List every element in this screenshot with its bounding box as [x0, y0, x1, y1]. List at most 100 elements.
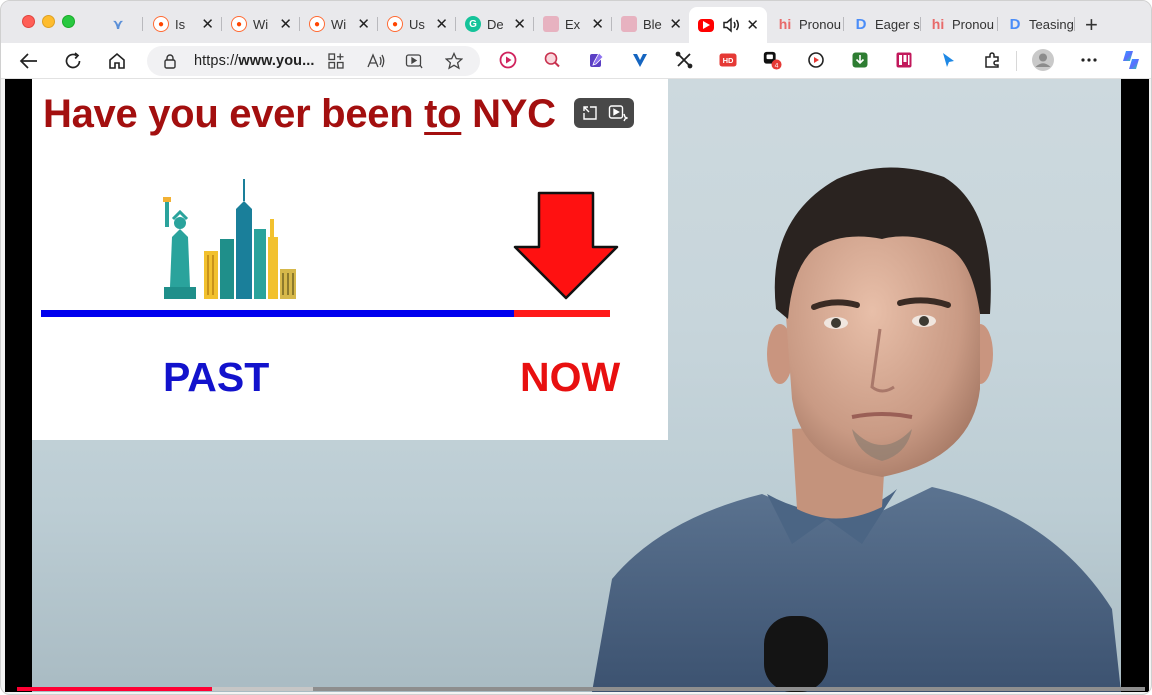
tab-3[interactable]: ● Wi ✕ — [222, 9, 300, 39]
video-enhance-icon[interactable] — [405, 52, 423, 75]
nyc-skyline-icon — [163, 179, 296, 299]
reload-icon — [65, 52, 81, 69]
vee-icon: ⋎ — [112, 15, 124, 32]
tab-7[interactable]: Ex ✕ — [534, 9, 612, 39]
back-arrow-icon — [19, 53, 37, 69]
copilot-icon[interactable] — [1119, 48, 1143, 72]
tab-2[interactable]: ● Is ✕ — [144, 9, 222, 39]
tab-label: Wi — [331, 16, 347, 32]
close-tab-icon[interactable]: ✕ — [513, 15, 526, 33]
close-tab-icon[interactable]: ✕ — [201, 15, 214, 33]
slide-title-underlined: to — [424, 92, 462, 136]
lock-icon — [163, 53, 177, 74]
tab-label: Pronou — [799, 16, 841, 32]
tab-6[interactable]: G De ✕ — [456, 9, 534, 39]
progress-played — [17, 687, 212, 691]
ext-download-icon[interactable] — [850, 50, 870, 70]
toolbar: https://www.you... HD 4 — [1, 43, 1151, 79]
close-tab-icon[interactable]: ✕ — [357, 15, 370, 33]
tab-5[interactable]: ● Us ✕ — [378, 9, 456, 39]
tab-4[interactable]: ● Wi ✕ — [300, 9, 378, 39]
tab-label: Eager s — [875, 16, 920, 32]
favorite-star-icon[interactable] — [444, 51, 464, 75]
url-text[interactable]: https://www.you... — [194, 53, 315, 69]
apps-icon[interactable] — [327, 52, 345, 75]
d-icon: D — [855, 15, 867, 33]
url-host: www.you... — [238, 53, 315, 69]
pink-app-icon — [621, 16, 637, 32]
close-tab-icon[interactable]: ✕ — [435, 15, 448, 33]
presenter-image — [592, 167, 1121, 692]
grammarly-icon: G — [465, 16, 481, 32]
tab-label: Ex — [565, 16, 581, 32]
past-label: PAST — [163, 354, 270, 400]
youtube-icon — [698, 18, 714, 32]
tab-12[interactable]: hi Pronou — [921, 9, 998, 39]
new-tab-button[interactable]: + — [1085, 12, 1098, 38]
tab-label: Ble — [643, 16, 662, 32]
ext-board-icon[interactable] — [894, 50, 914, 70]
tab-youtube-active[interactable]: ✕ — [689, 7, 767, 43]
hi-icon: hi — [778, 16, 792, 32]
close-window-button[interactable] — [22, 15, 35, 28]
svg-text:4: 4 — [775, 62, 779, 69]
browser-window: ⋎ ● Is ✕ ● Wi ✕ ● Wi ✕ ● Us ✕ G De ✕ Ex … — [0, 0, 1152, 695]
svg-text:HD: HD — [723, 56, 734, 65]
slide-title-part: Have you ever been — [43, 92, 425, 136]
ext-crossed-arrows-icon[interactable] — [674, 50, 694, 70]
extensions-puzzle-icon[interactable] — [982, 50, 1002, 70]
tab-label: Wi — [253, 16, 269, 32]
tab-1[interactable]: ⋎ — [101, 9, 143, 39]
tab-label: Us — [409, 16, 425, 32]
close-tab-icon[interactable]: ✕ — [591, 15, 604, 33]
ext-play-icon[interactable] — [498, 50, 518, 70]
slide-title: Have you ever been to NYC — [43, 92, 556, 137]
hi-icon: hi — [931, 16, 945, 32]
timeline-past-segment — [41, 310, 514, 317]
maximize-window-button[interactable] — [62, 15, 75, 28]
reddit-icon: ● — [387, 16, 403, 32]
close-tab-icon[interactable]: ✕ — [746, 16, 759, 34]
tab-10[interactable]: hi Pronou — [768, 9, 844, 39]
speaker-icon[interactable] — [722, 17, 740, 33]
toolbar-divider — [1016, 51, 1017, 71]
tab-label: Teasing — [1029, 16, 1074, 32]
home-button[interactable] — [105, 49, 129, 73]
video-sparkle-icon[interactable] — [608, 104, 629, 127]
ext-hd-icon[interactable]: HD — [718, 50, 738, 70]
reddit-icon: ● — [153, 16, 169, 32]
video-frame: Have you ever been to NYC PAST NOW — [32, 79, 1121, 692]
ext-v-icon[interactable] — [630, 50, 650, 70]
pip-icon[interactable] — [581, 104, 599, 127]
close-tab-icon[interactable]: ✕ — [279, 15, 292, 33]
tab-strip: ⋎ ● Is ✕ ● Wi ✕ ● Wi ✕ ● Us ✕ G De ✕ Ex … — [1, 1, 1151, 43]
tab-label: De — [487, 16, 504, 32]
tab-8[interactable]: Ble ✕ — [612, 9, 690, 39]
reddit-icon: ● — [231, 16, 247, 32]
ext-search-icon[interactable] — [542, 50, 562, 70]
d-icon: D — [1009, 15, 1021, 33]
ext-pointer-icon[interactable] — [938, 50, 958, 70]
back-button[interactable] — [17, 49, 41, 73]
pink-app-icon — [543, 16, 559, 32]
tab-13[interactable]: D Teasing — [998, 9, 1075, 39]
read-aloud-icon[interactable] — [366, 52, 386, 75]
tab-label: Is — [175, 16, 186, 32]
video-player[interactable]: Have you ever been to NYC PAST NOW — [5, 79, 1149, 692]
minimize-window-button[interactable] — [42, 15, 55, 28]
ext-badge-icon[interactable]: 4 — [762, 50, 782, 70]
tab-label: Pronou — [952, 16, 994, 32]
slide-title-part: NYC — [461, 92, 556, 136]
more-menu-icon[interactable] — [1079, 50, 1099, 70]
close-tab-icon[interactable]: ✕ — [669, 15, 682, 33]
reload-button[interactable] — [61, 49, 85, 73]
home-icon — [109, 52, 125, 69]
url-scheme: https:// — [194, 53, 239, 69]
profile-avatar[interactable] — [1031, 48, 1055, 72]
address-bar[interactable]: https://www.you... — [147, 46, 480, 76]
ext-record-icon[interactable] — [806, 50, 826, 70]
reddit-icon: ● — [309, 16, 325, 32]
ext-notes-icon[interactable] — [586, 50, 606, 70]
tab-11[interactable]: D Eager s — [844, 9, 921, 39]
video-overlay-controls — [574, 98, 634, 128]
